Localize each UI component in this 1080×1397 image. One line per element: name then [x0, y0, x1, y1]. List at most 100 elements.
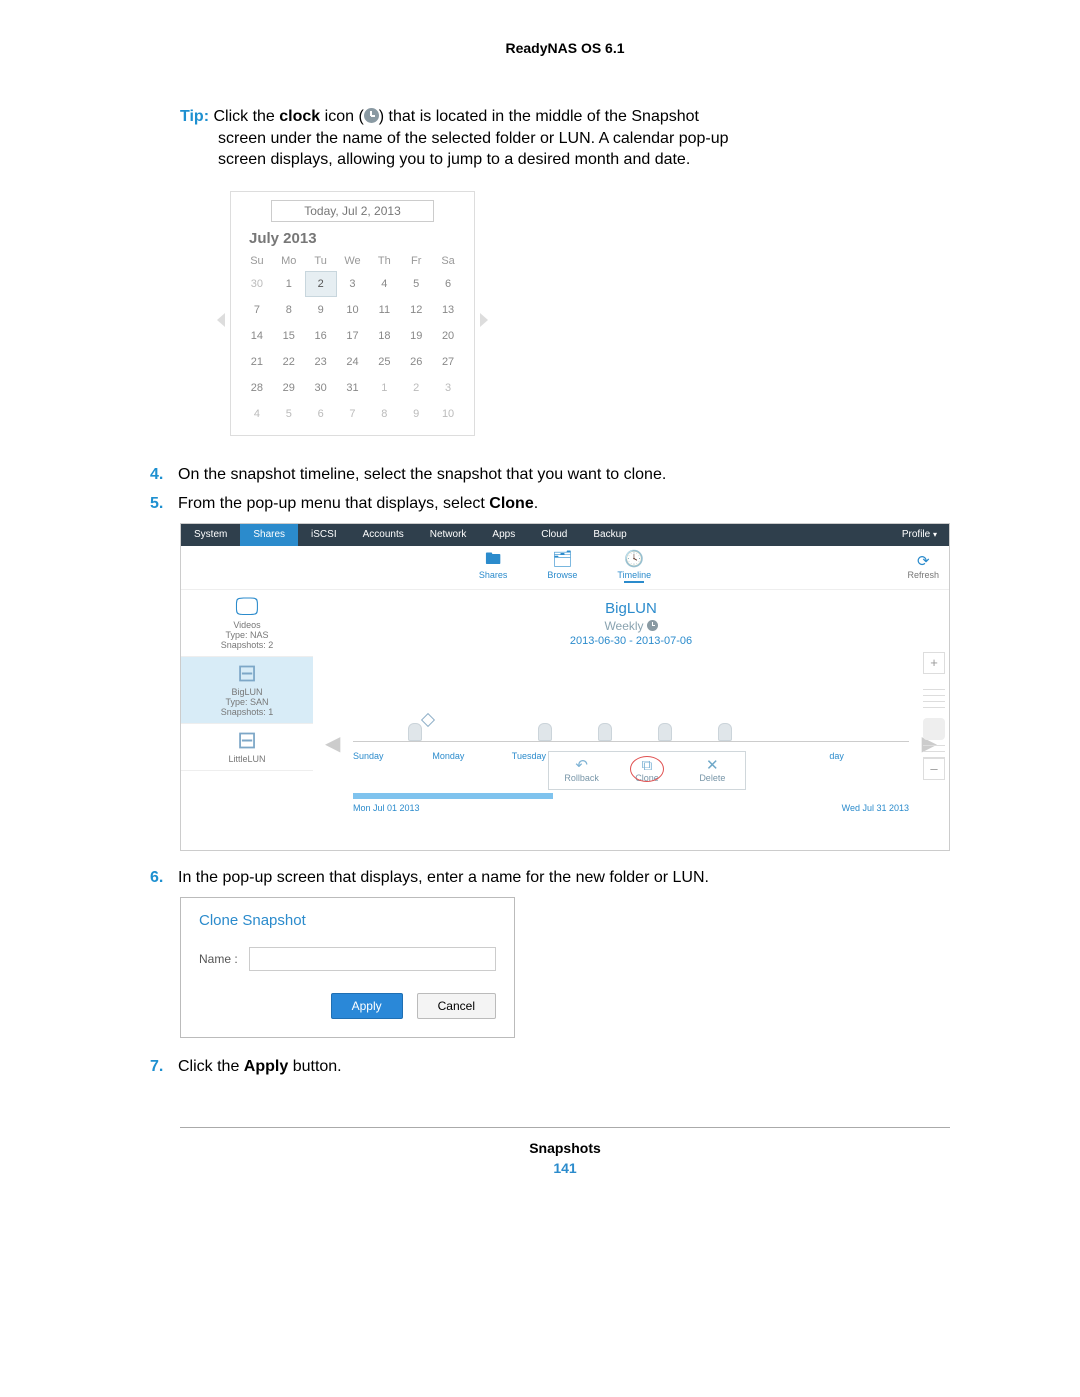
- nav-tab-cloud[interactable]: Cloud: [528, 524, 580, 546]
- calendar-day[interactable]: 28: [241, 375, 273, 401]
- toolbar-browse[interactable]: 🗂 Browse: [547, 552, 577, 583]
- scroll-thumb[interactable]: [923, 718, 945, 740]
- calendar-day[interactable]: 17: [337, 323, 369, 349]
- calendar-day[interactable]: 14: [241, 323, 273, 349]
- nav-tab-apps[interactable]: Apps: [479, 524, 528, 546]
- calendar-dow: Sa: [432, 251, 464, 271]
- tip-block: Tip: Click the clock icon () that is loc…: [180, 106, 950, 171]
- calendar-day[interactable]: 1: [368, 375, 400, 401]
- calendar-day[interactable]: 12: [400, 297, 432, 323]
- timeline[interactable]: ◀ ▶ SundayMondayTuesdayday ↶Rollback ⧉Cl…: [353, 707, 909, 807]
- calendar-prev-arrow[interactable]: [217, 313, 225, 327]
- calendar-day[interactable]: 30: [241, 271, 273, 297]
- calendar-day[interactable]: 2: [305, 271, 337, 297]
- timeline-snapshot-marker[interactable]: [658, 723, 672, 741]
- apply-button[interactable]: Apply: [331, 993, 403, 1019]
- calendar-day[interactable]: 26: [400, 349, 432, 375]
- calendar-day[interactable]: 1: [273, 271, 305, 297]
- menu-clone[interactable]: ⧉Clone: [614, 758, 679, 783]
- toolbar-shares[interactable]: 🖿 Shares: [479, 552, 508, 583]
- step-6: 6. In the pop-up screen that displays, e…: [180, 867, 950, 889]
- nav-tab-accounts[interactable]: Accounts: [350, 524, 417, 546]
- clock-icon[interactable]: [647, 620, 658, 631]
- calendar-day[interactable]: 13: [432, 297, 464, 323]
- calendar-day[interactable]: 7: [337, 401, 369, 427]
- nav-tab-system[interactable]: System: [181, 524, 240, 546]
- calendar-day[interactable]: 8: [368, 401, 400, 427]
- clone-snapshot-dialog: Clone Snapshot Name : Apply Cancel: [180, 897, 515, 1038]
- calendar-next-arrow[interactable]: [480, 313, 488, 327]
- step-number: 7.: [150, 1056, 178, 1078]
- timeline-current-marker[interactable]: [421, 713, 435, 727]
- toolbar-timeline[interactable]: 🕓 Timeline: [617, 552, 651, 583]
- calendar-day[interactable]: 24: [337, 349, 369, 375]
- tip-text: screen under the name of the selected fo…: [218, 128, 950, 150]
- calendar-day[interactable]: 18: [368, 323, 400, 349]
- timeline-prev-arrow[interactable]: ◀: [325, 731, 340, 756]
- main-area: BigLUN Weekly 2013-06-30 - 2013-07-06 ◀ …: [313, 590, 949, 850]
- sidebar-item-biglun[interactable]: ⊟BigLUNType: SANSnapshots: 1: [181, 657, 313, 724]
- menu-rollback[interactable]: ↶Rollback: [549, 758, 614, 783]
- calendar-popup: Today, Jul 2, 2013 July 2013 SuMoTuWeThF…: [230, 191, 475, 436]
- nav-profile-menu[interactable]: Profile ▾: [890, 529, 949, 540]
- sidebar-item-type: Type: NAS: [181, 630, 313, 640]
- calendar-day[interactable]: 9: [305, 297, 337, 323]
- step-5: 5. From the pop-up menu that displays, s…: [180, 493, 950, 515]
- calendar-day[interactable]: 20: [432, 323, 464, 349]
- calendar-day[interactable]: 27: [432, 349, 464, 375]
- cancel-button[interactable]: Cancel: [417, 993, 496, 1019]
- calendar-day[interactable]: 23: [305, 349, 337, 375]
- timeline-snapshot-marker[interactable]: [538, 723, 552, 741]
- calendar-day[interactable]: 8: [273, 297, 305, 323]
- zoom-out-button[interactable]: –: [923, 758, 945, 780]
- step-7: 7. Click the Apply button.: [180, 1056, 950, 1078]
- sidebar-item-littlelun[interactable]: ⊟LittleLUN: [181, 724, 313, 771]
- rollback-icon: ↶: [549, 758, 614, 773]
- calendar-day[interactable]: 6: [432, 271, 464, 297]
- calendar-day[interactable]: 31: [337, 375, 369, 401]
- timeline-snapshot-marker[interactable]: [598, 723, 612, 741]
- nav-tab-iscsi[interactable]: iSCSI: [298, 524, 350, 546]
- calendar-day[interactable]: 4: [241, 401, 273, 427]
- timeline-snapshot-marker[interactable]: [408, 723, 422, 741]
- sidebar-item-name: Videos: [181, 620, 313, 630]
- zoom-in-button[interactable]: +: [923, 652, 945, 674]
- calendar-day[interactable]: 2: [400, 375, 432, 401]
- toolbar-refresh[interactable]: ⟳ Refresh: [907, 552, 939, 580]
- tip-text: ) that is located in the middle of the S…: [379, 108, 699, 125]
- tip-bold-clock: clock: [279, 108, 320, 125]
- calendar-day[interactable]: 3: [432, 375, 464, 401]
- calendar-dow: Fr: [400, 251, 432, 271]
- calendar-day[interactable]: 21: [241, 349, 273, 375]
- calendar-day[interactable]: 30: [305, 375, 337, 401]
- calendar-day[interactable]: 5: [273, 401, 305, 427]
- calendar-day[interactable]: 3: [337, 271, 369, 297]
- timeline-day-label: Monday: [432, 751, 511, 761]
- timeline-snapshot-marker[interactable]: [718, 723, 732, 741]
- calendar-day[interactable]: 6: [305, 401, 337, 427]
- calendar-day[interactable]: 7: [241, 297, 273, 323]
- calendar-day[interactable]: 4: [368, 271, 400, 297]
- nav-tab-shares[interactable]: Shares: [240, 524, 298, 546]
- sidebar-item-videos[interactable]: 🖵VideosType: NASSnapshots: 2: [181, 590, 313, 657]
- calendar-day[interactable]: 15: [273, 323, 305, 349]
- tip-label: Tip:: [180, 108, 209, 125]
- calendar-today-button[interactable]: Today, Jul 2, 2013: [271, 200, 434, 222]
- calendar-day[interactable]: 25: [368, 349, 400, 375]
- calendar-day[interactable]: 16: [305, 323, 337, 349]
- nav-tab-network[interactable]: Network: [417, 524, 480, 546]
- nav-tab-backup[interactable]: Backup: [580, 524, 639, 546]
- calendar-day[interactable]: 11: [368, 297, 400, 323]
- name-input[interactable]: [249, 947, 496, 971]
- menu-delete[interactable]: ✕Delete: [680, 758, 745, 783]
- snapshot-target-title: BigLUN: [353, 600, 909, 617]
- calendar-day[interactable]: 22: [273, 349, 305, 375]
- calendar-day[interactable]: 29: [273, 375, 305, 401]
- calendar-day[interactable]: 9: [400, 401, 432, 427]
- calendar-day[interactable]: 10: [432, 401, 464, 427]
- calendar-day[interactable]: 5: [400, 271, 432, 297]
- app-toolbar: 🖿 Shares 🗂 Browse 🕓 Timeline ⟳ Refresh: [181, 546, 949, 590]
- calendar-dow: Tu: [305, 251, 337, 271]
- calendar-day[interactable]: 19: [400, 323, 432, 349]
- calendar-day[interactable]: 10: [337, 297, 369, 323]
